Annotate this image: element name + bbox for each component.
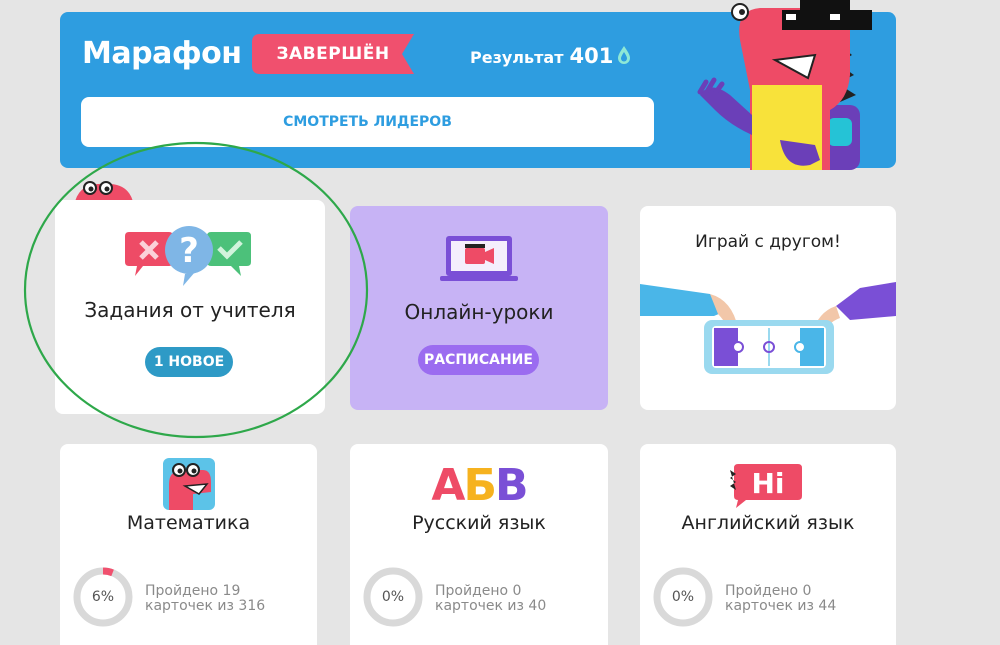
english-card[interactable]: Hi Английский язык 0% Пройдено 0 карточе…: [640, 444, 896, 645]
math-progress-line1: Пройдено 19: [145, 583, 241, 599]
math-progress-text: Пройдено 19 карточек из 316: [145, 584, 265, 614]
math-dino-icon: [163, 458, 215, 510]
russian-progress-line1: Пройдено 0: [435, 583, 522, 599]
math-card[interactable]: Математика 6% Пройдено 19 карточек из 31…: [60, 444, 317, 645]
russian-progress-text: Пройдено 0 карточек из 40: [435, 584, 546, 614]
abv-letters-icon: АБВ: [350, 460, 608, 511]
video-laptop-icon: [440, 236, 518, 281]
quiz-bubbles-icon: ?: [125, 226, 251, 286]
math-progress-percent: 6%: [91, 589, 115, 605]
russian-progress-percent: 0%: [381, 589, 405, 605]
english-progress-percent: 0%: [671, 589, 695, 605]
marathon-title: Марафон: [82, 36, 242, 71]
new-tasks-badge[interactable]: 1 НОВОЕ: [145, 347, 233, 377]
teacher-tasks-title: Задания от учителя: [84, 298, 296, 322]
hi-bubble-text: Hi: [751, 467, 784, 500]
math-title: Математика: [126, 512, 251, 534]
dino-mascot-icon: [697, 0, 872, 170]
play-with-friend-card[interactable]: Играй с другом!: [640, 206, 896, 410]
russian-progress-line2: карточек из 40: [435, 598, 547, 614]
svg-text:?: ?: [179, 231, 199, 271]
status-label: ЗАВЕРШЁН: [276, 44, 390, 64]
letter-v: В: [495, 460, 529, 511]
english-progress-line2: карточек из 44: [725, 598, 837, 614]
view-leaders-button[interactable]: СМОТРЕТЬ ЛИДЕРОВ: [81, 97, 654, 147]
letter-b: Б: [463, 460, 497, 511]
russian-title: Русский язык: [412, 512, 546, 534]
english-title: Английский язык: [681, 512, 855, 534]
teacher-tasks-card[interactable]: ? Задания от учителя 1 НОВОЕ: [55, 200, 325, 414]
status-tag: ЗАВЕРШЁН: [252, 34, 414, 74]
english-progress-line1: Пройдено 0: [725, 583, 812, 599]
english-progress-text: Пройдено 0 карточек из 44: [725, 584, 836, 614]
result-label: Результат: [470, 48, 564, 67]
letter-a: А: [431, 460, 465, 511]
play-with-friend-title: Играй с другом!: [695, 232, 841, 252]
hi-bubble-icon: Hi: [730, 464, 802, 508]
online-lessons-title: Онлайн-уроки: [404, 300, 554, 324]
schedule-button[interactable]: РАСПИСАНИЕ: [418, 345, 539, 375]
online-lessons-card[interactable]: Онлайн-уроки РАСПИСАНИЕ: [350, 206, 608, 410]
drop-icon: [618, 46, 630, 64]
result: Результат 401: [470, 44, 613, 68]
math-progress-ring: 6%: [72, 566, 134, 628]
two-player-game-icon: [640, 282, 896, 374]
result-value: 401: [569, 44, 614, 68]
english-progress-ring: 0%: [652, 566, 714, 628]
russian-progress-ring: 0%: [362, 566, 424, 628]
russian-card[interactable]: АБВ Русский язык 0% Пройдено 0 карточек …: [350, 444, 608, 645]
math-progress-line2: карточек из 316: [145, 598, 266, 614]
